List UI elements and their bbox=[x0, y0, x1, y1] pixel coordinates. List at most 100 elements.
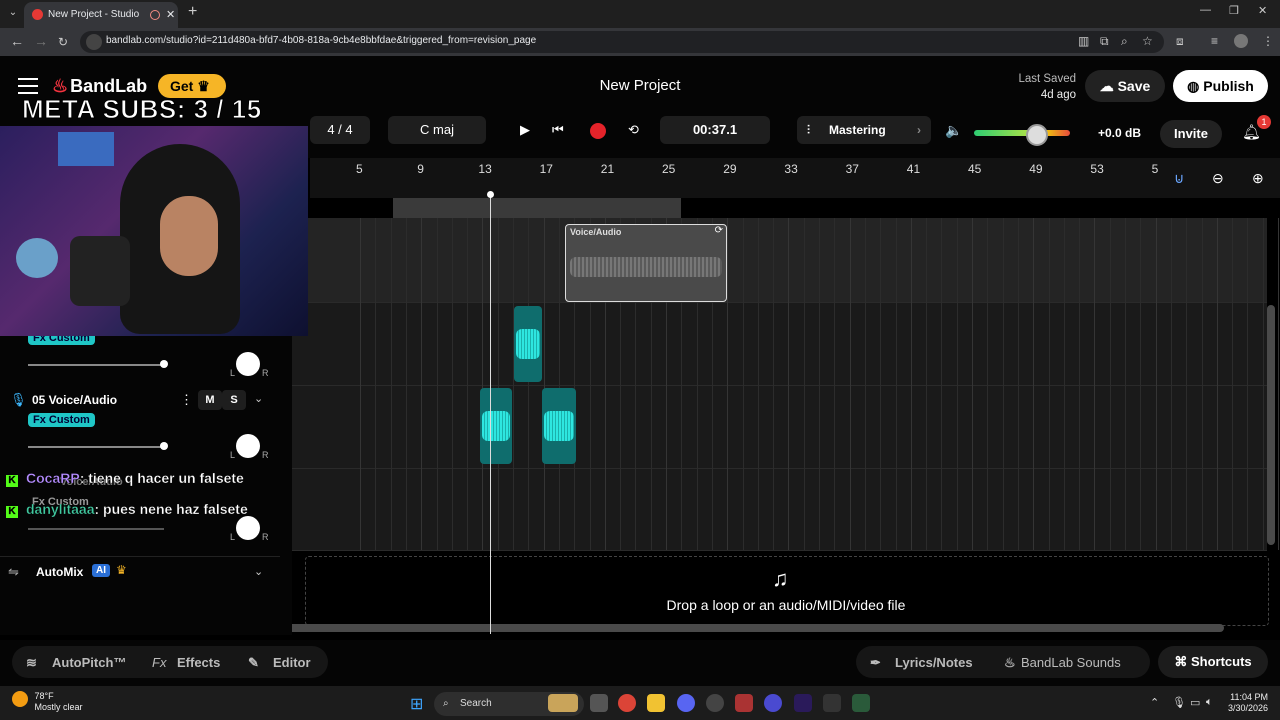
task-view-icon[interactable] bbox=[590, 694, 608, 712]
network-icon[interactable]: ▭ bbox=[1190, 696, 1200, 709]
site-info-icon[interactable] bbox=[86, 34, 102, 50]
track-lane[interactable] bbox=[292, 469, 1267, 551]
timeline-ruler[interactable]: 5 9 13 17 21 25 29 33 37 41 45 49 53 5 bbox=[310, 158, 1280, 198]
loop-range-bar[interactable] bbox=[393, 198, 681, 218]
record-icon[interactable] bbox=[590, 123, 606, 139]
shortcuts-button[interactable]: ⌘ Shortcuts bbox=[1158, 646, 1268, 678]
browser-menu-icon[interactable]: ⋮ bbox=[1262, 34, 1274, 48]
pan-knob[interactable] bbox=[236, 352, 260, 376]
mute-button[interactable]: M bbox=[198, 390, 222, 410]
zoom-icon[interactable]: ⌕ bbox=[1121, 34, 1128, 49]
autopitch-button[interactable]: AutoPitch™ bbox=[52, 655, 126, 670]
address-bar[interactable]: bandlab.com/studio?id=211d480a-bfd7-4b08… bbox=[80, 31, 1164, 53]
excel-icon[interactable] bbox=[852, 694, 870, 712]
track-menu-icon[interactable]: ⋮ bbox=[180, 392, 193, 408]
mastering-button[interactable]: ⫶ Mastering › bbox=[797, 116, 931, 144]
valorant-icon[interactable] bbox=[735, 694, 753, 712]
key-selector[interactable]: C maj bbox=[388, 116, 486, 144]
reader-mode-icon[interactable]: ▥ bbox=[1078, 34, 1089, 48]
snap-magnet-icon[interactable]: ⊍ bbox=[1174, 170, 1184, 187]
clock-date: 3/30/2026 bbox=[1227, 703, 1268, 713]
pan-knob[interactable] bbox=[236, 516, 260, 540]
playhead-handle[interactable] bbox=[487, 191, 494, 198]
playhead-line[interactable] bbox=[490, 194, 491, 634]
track-name[interactable]: 05 Voice/Audio bbox=[32, 393, 117, 407]
tray-mic-icon[interactable]: 🎙︎ bbox=[1172, 696, 1186, 709]
forward-button[interactable]: → bbox=[34, 33, 48, 49]
track-lane[interactable] bbox=[292, 218, 1267, 303]
taskbar-clock[interactable]: 11:04 PM 3/30/2026 bbox=[1224, 692, 1268, 714]
weather-icon bbox=[12, 691, 28, 707]
solo-button[interactable]: S bbox=[222, 390, 246, 410]
browser-tab[interactable]: New Project - Studio ✕ bbox=[24, 2, 178, 28]
app-icon[interactable] bbox=[706, 694, 724, 712]
audio-clip[interactable] bbox=[514, 306, 542, 382]
extensions-icon[interactable]: ⧈ bbox=[1176, 34, 1184, 49]
track-lane[interactable] bbox=[292, 303, 1267, 386]
region-name: Voice/Audio bbox=[570, 227, 622, 237]
editor-button[interactable]: Editor bbox=[273, 655, 311, 670]
lyrics-notes-button[interactable]: Lyrics/Notes bbox=[895, 655, 973, 670]
chrome-icon[interactable] bbox=[618, 694, 636, 712]
audio-clip[interactable] bbox=[480, 388, 512, 464]
tab-search-icon[interactable]: ⌄ bbox=[6, 6, 20, 20]
audio-clip[interactable] bbox=[542, 388, 576, 464]
vertical-scrollbar[interactable] bbox=[1267, 305, 1275, 545]
search-highlight-icon[interactable] bbox=[548, 694, 578, 712]
windows-start-icon[interactable]: ⊞ bbox=[410, 694, 423, 714]
play-icon[interactable]: ▶ bbox=[520, 116, 530, 144]
new-tab-button[interactable]: + bbox=[188, 3, 197, 21]
profile-avatar[interactable] bbox=[1234, 34, 1248, 48]
volume-slider[interactable] bbox=[28, 446, 164, 448]
media-controls-icon[interactable]: ≡ bbox=[1211, 34, 1218, 48]
chevron-down-icon[interactable]: ⌄ bbox=[254, 392, 263, 405]
time-signature[interactable]: 4 / 4 bbox=[310, 116, 370, 144]
close-window-button[interactable]: ✕ bbox=[1258, 4, 1267, 17]
epic-games-icon[interactable] bbox=[823, 694, 841, 712]
discord-icon[interactable] bbox=[677, 694, 695, 712]
volume-slider[interactable] bbox=[28, 528, 164, 530]
bandlab-sounds-button[interactable]: BandLab Sounds bbox=[1021, 655, 1121, 670]
minimize-button[interactable]: — bbox=[1200, 4, 1211, 16]
audio-region[interactable]: Voice/Audio ⟳ bbox=[565, 224, 727, 302]
volume-slider-knob[interactable] bbox=[160, 442, 168, 450]
save-button[interactable]: ☁ Save bbox=[1085, 70, 1165, 102]
bar-number-label: 9 bbox=[417, 162, 424, 176]
fx-custom-badge[interactable]: Fx Custom bbox=[28, 413, 95, 427]
horizontal-scrollbar[interactable] bbox=[280, 624, 1224, 632]
screen-share-icon[interactable]: ⧉ bbox=[1100, 34, 1109, 49]
track-lane[interactable] bbox=[292, 386, 1267, 469]
reload-button[interactable]: ↻ bbox=[58, 35, 68, 49]
back-button[interactable]: ← bbox=[10, 33, 24, 49]
grid-line bbox=[1109, 218, 1111, 550]
invite-button[interactable]: Invite bbox=[1160, 120, 1222, 148]
volume-slider-knob[interactable] bbox=[160, 360, 168, 368]
bookmark-star-icon[interactable]: ☆ bbox=[1142, 34, 1153, 48]
grid-line bbox=[1002, 218, 1004, 550]
effects-button[interactable]: Effects bbox=[177, 655, 220, 670]
weather-widget[interactable]: 78°F Mostly clear bbox=[12, 691, 83, 713]
chevron-down-icon[interactable]: ⌄ bbox=[254, 565, 263, 578]
loop-region-icon[interactable]: ⟳ bbox=[715, 225, 723, 236]
weather-temp: 78°F bbox=[34, 691, 54, 701]
pan-knob[interactable] bbox=[236, 434, 260, 458]
close-tab-icon[interactable]: ✕ bbox=[166, 2, 175, 28]
maximize-button[interactable]: ❐ bbox=[1229, 4, 1239, 17]
track-lanes-area[interactable] bbox=[292, 218, 1279, 551]
microphone-icon: 🎙︎ bbox=[10, 392, 27, 407]
grid-line bbox=[972, 218, 973, 550]
speaker-icon[interactable]: 🔈 bbox=[945, 122, 962, 139]
volume-icon[interactable]: 🔈︎ bbox=[1206, 696, 1213, 709]
loop-icon[interactable]: ⟲ bbox=[628, 116, 639, 144]
premiere-icon[interactable] bbox=[794, 694, 812, 712]
app-v-icon[interactable] bbox=[764, 694, 782, 712]
zoom-in-icon[interactable]: ⊕ bbox=[1252, 170, 1264, 187]
file-explorer-icon[interactable] bbox=[647, 694, 665, 712]
publish-button[interactable]: ◍ Publish bbox=[1173, 70, 1268, 102]
master-volume-slider[interactable] bbox=[974, 130, 1070, 136]
tray-overflow-icon[interactable]: ⌃ bbox=[1150, 696, 1159, 709]
skip-to-start-icon[interactable]: ⏮ bbox=[552, 116, 564, 144]
zoom-out-icon[interactable]: ⊖ bbox=[1212, 170, 1224, 187]
volume-slider[interactable] bbox=[28, 364, 164, 366]
project-title[interactable]: New Project bbox=[540, 77, 740, 94]
